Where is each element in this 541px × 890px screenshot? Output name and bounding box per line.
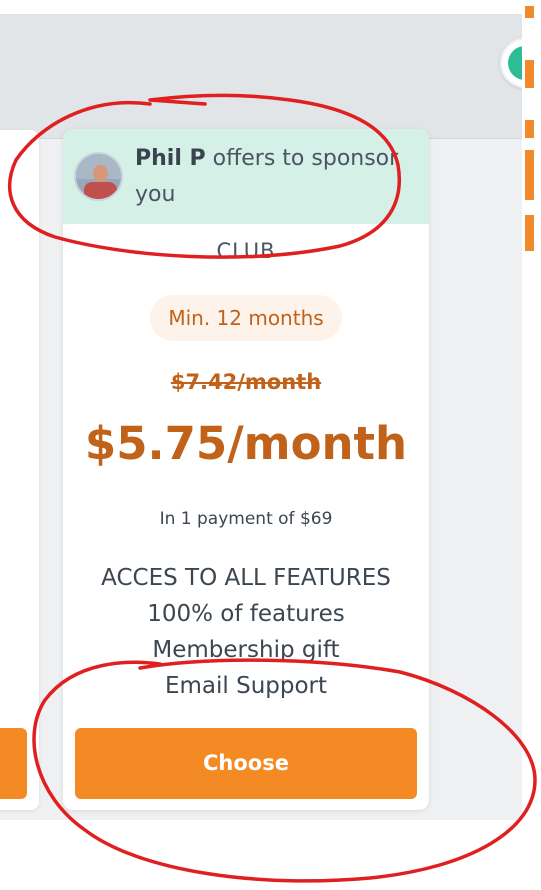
sponsor-name: Phil P bbox=[135, 146, 206, 171]
current-price: $5.75/month bbox=[84, 417, 408, 470]
feature-item: 100% of features bbox=[147, 601, 345, 627]
feature-item: ACCES TO ALL FEATURES bbox=[101, 565, 391, 591]
previous-plan-choose-button[interactable] bbox=[0, 728, 27, 799]
plan-name: CLUB bbox=[216, 239, 276, 263]
sponsor-avatar bbox=[74, 152, 123, 201]
plan-card-club: Phil P offers to sponsor you CLUB Min. 1… bbox=[63, 129, 429, 810]
edge-mark bbox=[525, 120, 534, 138]
offscreen-edge-strip bbox=[522, 0, 541, 255]
sponsor-banner: Phil P offers to sponsor you bbox=[63, 129, 429, 224]
previous-plan-card bbox=[0, 130, 39, 810]
feature-item: Email Support bbox=[164, 673, 328, 699]
feature-item: Membership gift bbox=[152, 637, 340, 663]
feature-list: ACCES TO ALL FEATURES 100% of features M… bbox=[63, 560, 429, 704]
payment-note: In 1 payment of $69 bbox=[159, 509, 333, 529]
edge-mark bbox=[525, 215, 534, 251]
edge-mark bbox=[525, 150, 534, 200]
min-duration-badge: Min. 12 months bbox=[150, 295, 342, 341]
edge-mark bbox=[525, 60, 534, 88]
edge-mark bbox=[525, 6, 534, 18]
sponsor-message: Phil P offers to sponsor you bbox=[135, 141, 415, 213]
top-header-bar bbox=[0, 14, 522, 139]
choose-button[interactable]: Choose bbox=[75, 728, 417, 799]
old-price: $7.42/month bbox=[170, 370, 322, 394]
